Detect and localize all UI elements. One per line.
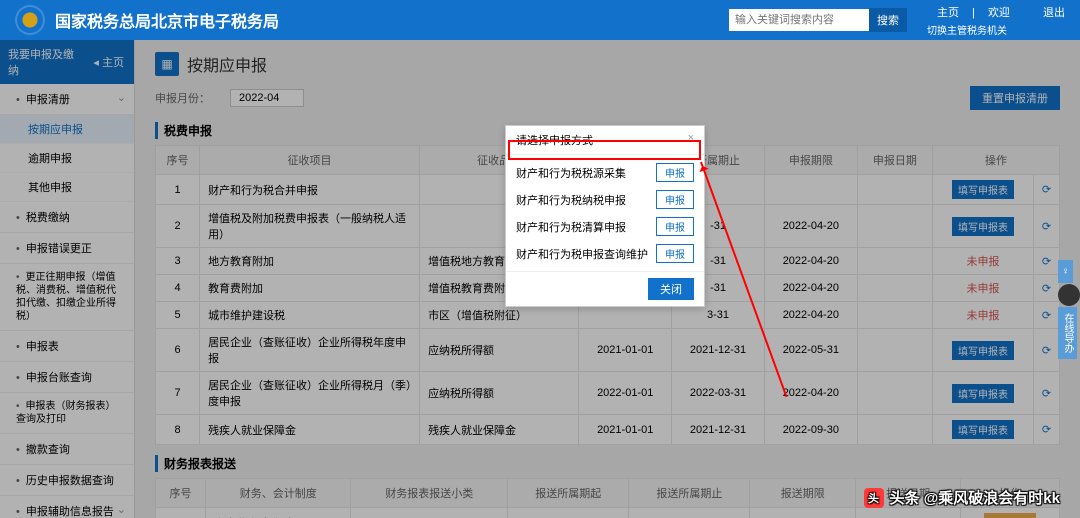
watermark-text: 头条 @乘风破浪会有时kk	[890, 487, 1060, 508]
modal-option-row: 财产和行为税申报查询维护申报	[506, 240, 704, 267]
modal-option-button[interactable]: 申报	[656, 244, 694, 263]
welcome-text: 欢迎	[988, 7, 1010, 19]
float-guide[interactable]: 在线导办	[1058, 307, 1077, 359]
close-icon[interactable]: ×	[688, 132, 694, 148]
modal-option-label: 财产和行为税申报查询维护	[516, 246, 648, 262]
modal-option-row: 财产和行为税清算申报 申报	[506, 213, 704, 240]
modal-title: 请选择申报方式	[516, 132, 593, 148]
search-button[interactable]: 搜索	[869, 8, 907, 32]
modal-option-button[interactable]: 申报	[656, 190, 694, 209]
modal-option-label: 财产和行为税税源采集	[516, 165, 626, 181]
app-title: 国家税务总局北京市电子税务局	[55, 8, 729, 32]
float-avatar-icon[interactable]	[1058, 284, 1080, 306]
float-widget: ♀ 在线导办	[1058, 260, 1080, 360]
modal-option-button[interactable]: 申报	[656, 217, 694, 236]
float-help-icon[interactable]: ♀	[1058, 260, 1073, 283]
modal-option-label: 财产和行为税清算申报	[516, 219, 626, 235]
logo-icon	[15, 5, 45, 35]
switch-link[interactable]: 切换主管税务机关	[927, 22, 1065, 37]
home-link[interactable]: 主页	[937, 7, 959, 19]
watermark: 头 头条 @乘风破浪会有时kk	[864, 487, 1060, 508]
modal-dialog: 请选择申报方式 × 财产和行为税税源采集申报财产和行为税纳税申报申报财产和行为税…	[505, 125, 705, 307]
logout-link[interactable]: 退出	[1043, 7, 1065, 19]
app-header: 国家税务总局北京市电子税务局 搜索 主页 | 欢迎 退出 切换主管税务机关	[0, 0, 1080, 40]
modal-option-row: 财产和行为税纳税申报 申报	[506, 186, 704, 213]
modal-option-label: 财产和行为税纳税申报	[516, 192, 626, 208]
header-links: 主页 | 欢迎 退出 切换主管税务机关	[927, 4, 1065, 37]
search-box: 搜索	[729, 8, 907, 32]
watermark-logo-icon: 头	[864, 488, 884, 508]
modal-close-button[interactable]: 关闭	[648, 278, 694, 300]
modal-option-button[interactable]: 申报	[656, 163, 694, 182]
modal-option-row: 财产和行为税税源采集 申报	[506, 159, 704, 186]
search-input[interactable]	[729, 9, 869, 31]
